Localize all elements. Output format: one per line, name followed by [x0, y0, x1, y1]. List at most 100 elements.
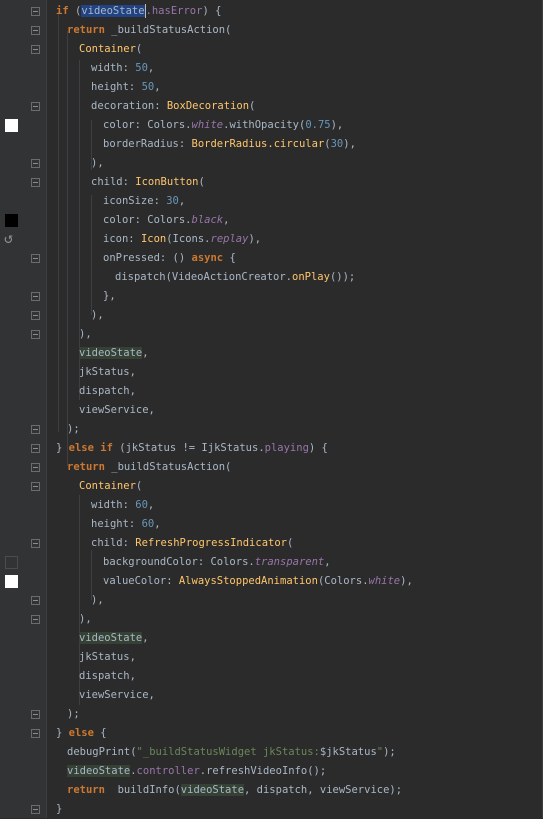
code-token: , — [154, 81, 161, 93]
code-line[interactable]: }, — [103, 287, 116, 306]
code-line[interactable]: ), — [79, 610, 92, 629]
code-line[interactable]: decoration: BoxDecoration( — [91, 97, 255, 116]
code-line[interactable]: return buildInfo(videoState, dispatch, v… — [67, 781, 402, 800]
code-line[interactable]: Container( — [79, 40, 142, 59]
code-token: child: — [91, 537, 136, 549]
fold-marker-icon[interactable] — [31, 710, 40, 719]
fold-marker-icon[interactable] — [31, 539, 40, 548]
code-line[interactable]: } else { — [56, 724, 107, 743]
code-token: "_buildStatusWidget jkStatus: — [136, 746, 320, 758]
code-token: } — [56, 803, 63, 815]
code-line[interactable]: debugPrint("_buildStatusWidget jkStatus:… — [67, 743, 396, 762]
code-token: black — [191, 214, 224, 226]
fold-marker-icon[interactable] — [31, 444, 40, 453]
code-line[interactable]: viewService, — [79, 401, 155, 420]
code-editor[interactable]: if (videoState.hasError) {return _buildS… — [46, 0, 543, 818]
code-token: videoState — [79, 347, 143, 359]
code-line[interactable]: dispatch, — [79, 382, 136, 401]
fold-marker-icon[interactable] — [31, 45, 40, 54]
code-token: ( — [68, 5, 82, 17]
color-swatch[interactable] — [5, 119, 18, 132]
code-line[interactable]: color: Colors.white.withOpacity(0.75), — [103, 116, 343, 135]
code-token: else if — [68, 442, 113, 454]
fold-marker-icon[interactable] — [31, 615, 40, 624]
code-line[interactable]: ); — [67, 420, 80, 439]
fold-marker-icon[interactable] — [31, 482, 40, 491]
code-token: videoState — [81, 5, 145, 17]
fold-marker-icon[interactable] — [31, 254, 40, 263]
fold-marker-icon[interactable] — [31, 7, 40, 16]
code-token: if — [56, 5, 69, 17]
fold-marker-icon[interactable] — [31, 159, 40, 168]
code-line[interactable]: icon: Icon(Icons.replay), — [103, 230, 261, 249]
code-token: , — [147, 499, 155, 511]
code-token: _buildStatusAction( — [104, 461, 232, 473]
code-line[interactable]: iconSize: 30, — [103, 192, 185, 211]
code-line[interactable]: return _buildStatusAction( — [67, 458, 231, 477]
replay-icon: ↺ — [4, 229, 14, 247]
code-line[interactable]: ), — [91, 154, 104, 173]
code-token: AlwaysStoppedAnimation — [178, 575, 318, 587]
code-line[interactable]: ), — [91, 591, 104, 610]
code-line[interactable]: jkStatus, — [79, 648, 136, 667]
code-token: IconButton — [135, 176, 199, 188]
fold-marker-icon[interactable] — [31, 463, 40, 472]
code-line[interactable]: if (videoState.hasError) { — [56, 2, 221, 21]
code-token: async — [191, 252, 224, 264]
fold-marker-icon[interactable] — [31, 330, 40, 339]
code-line[interactable]: child: IconButton( — [91, 173, 205, 192]
code-line[interactable]: videoState.controller.refreshVideoInfo()… — [67, 762, 326, 781]
code-line[interactable]: videoState, — [79, 629, 149, 648]
fold-marker-icon[interactable] — [31, 596, 40, 605]
code-token: ) { — [308, 442, 328, 454]
code-line[interactable]: ), — [79, 325, 92, 344]
code-token: BorderRadius.circular — [191, 138, 325, 150]
code-line[interactable]: viewService, — [79, 686, 155, 705]
code-line[interactable]: borderRadius: BorderRadius.circular(30), — [103, 135, 356, 154]
code-line[interactable]: ); — [67, 705, 80, 724]
code-line[interactable]: } else if (jkStatus != IjkStatus.playing… — [56, 439, 328, 458]
code-token: jkStatus, — [79, 651, 136, 663]
fold-marker-icon[interactable] — [31, 425, 40, 434]
code-token: return — [67, 24, 105, 36]
code-token: .withOpacity( — [223, 119, 306, 131]
code-token: ( — [135, 43, 143, 55]
code-token: .hasError — [145, 5, 203, 17]
fold-marker-icon[interactable] — [31, 311, 40, 320]
code-line[interactable]: onPressed: () async { — [103, 249, 236, 268]
code-line[interactable]: backgroundColor: Colors.transparent, — [103, 553, 331, 572]
fold-marker-icon[interactable] — [31, 292, 40, 301]
code-line[interactable]: dispatch(VideoActionCreator.onPlay()); — [115, 268, 355, 287]
fold-marker-icon[interactable] — [31, 805, 40, 814]
fold-marker-icon[interactable] — [31, 178, 40, 187]
code-line[interactable]: height: 60, — [91, 515, 161, 534]
code-token: videoState — [180, 784, 245, 796]
code-line[interactable]: child: RefreshProgressIndicator( — [91, 534, 293, 553]
code-line[interactable]: jkStatus, — [79, 363, 136, 382]
code-token: , — [142, 632, 149, 644]
color-swatch[interactable] — [5, 556, 18, 569]
code-token: { — [223, 252, 236, 264]
code-token: ()); — [329, 271, 356, 283]
code-line[interactable]: color: Colors.black, — [103, 211, 229, 230]
fold-marker-icon[interactable] — [31, 26, 40, 35]
code-line[interactable]: valueColor: AlwaysStoppedAnimation(Color… — [103, 572, 413, 591]
color-swatch[interactable] — [5, 214, 18, 227]
code-line[interactable]: dispatch, — [79, 667, 136, 686]
fold-marker-icon[interactable] — [31, 729, 40, 738]
code-line[interactable]: return _buildStatusAction( — [67, 21, 231, 40]
color-swatch[interactable] — [5, 575, 18, 588]
code-token: ), — [91, 309, 104, 321]
code-line[interactable]: Container( — [79, 477, 142, 496]
code-line[interactable]: } — [56, 800, 62, 819]
code-line[interactable]: width: 50, — [91, 59, 154, 78]
code-token: 60 — [141, 518, 155, 530]
code-line[interactable]: ), — [91, 306, 104, 325]
code-token: ) { — [202, 5, 222, 17]
code-line[interactable]: videoState, — [79, 344, 149, 363]
code-line[interactable]: width: 60, — [91, 496, 154, 515]
code-token: (Icons. — [166, 233, 211, 245]
code-token: viewService, — [79, 689, 155, 701]
code-line[interactable]: height: 50, — [91, 78, 161, 97]
fold-marker-icon[interactable] — [31, 102, 40, 111]
